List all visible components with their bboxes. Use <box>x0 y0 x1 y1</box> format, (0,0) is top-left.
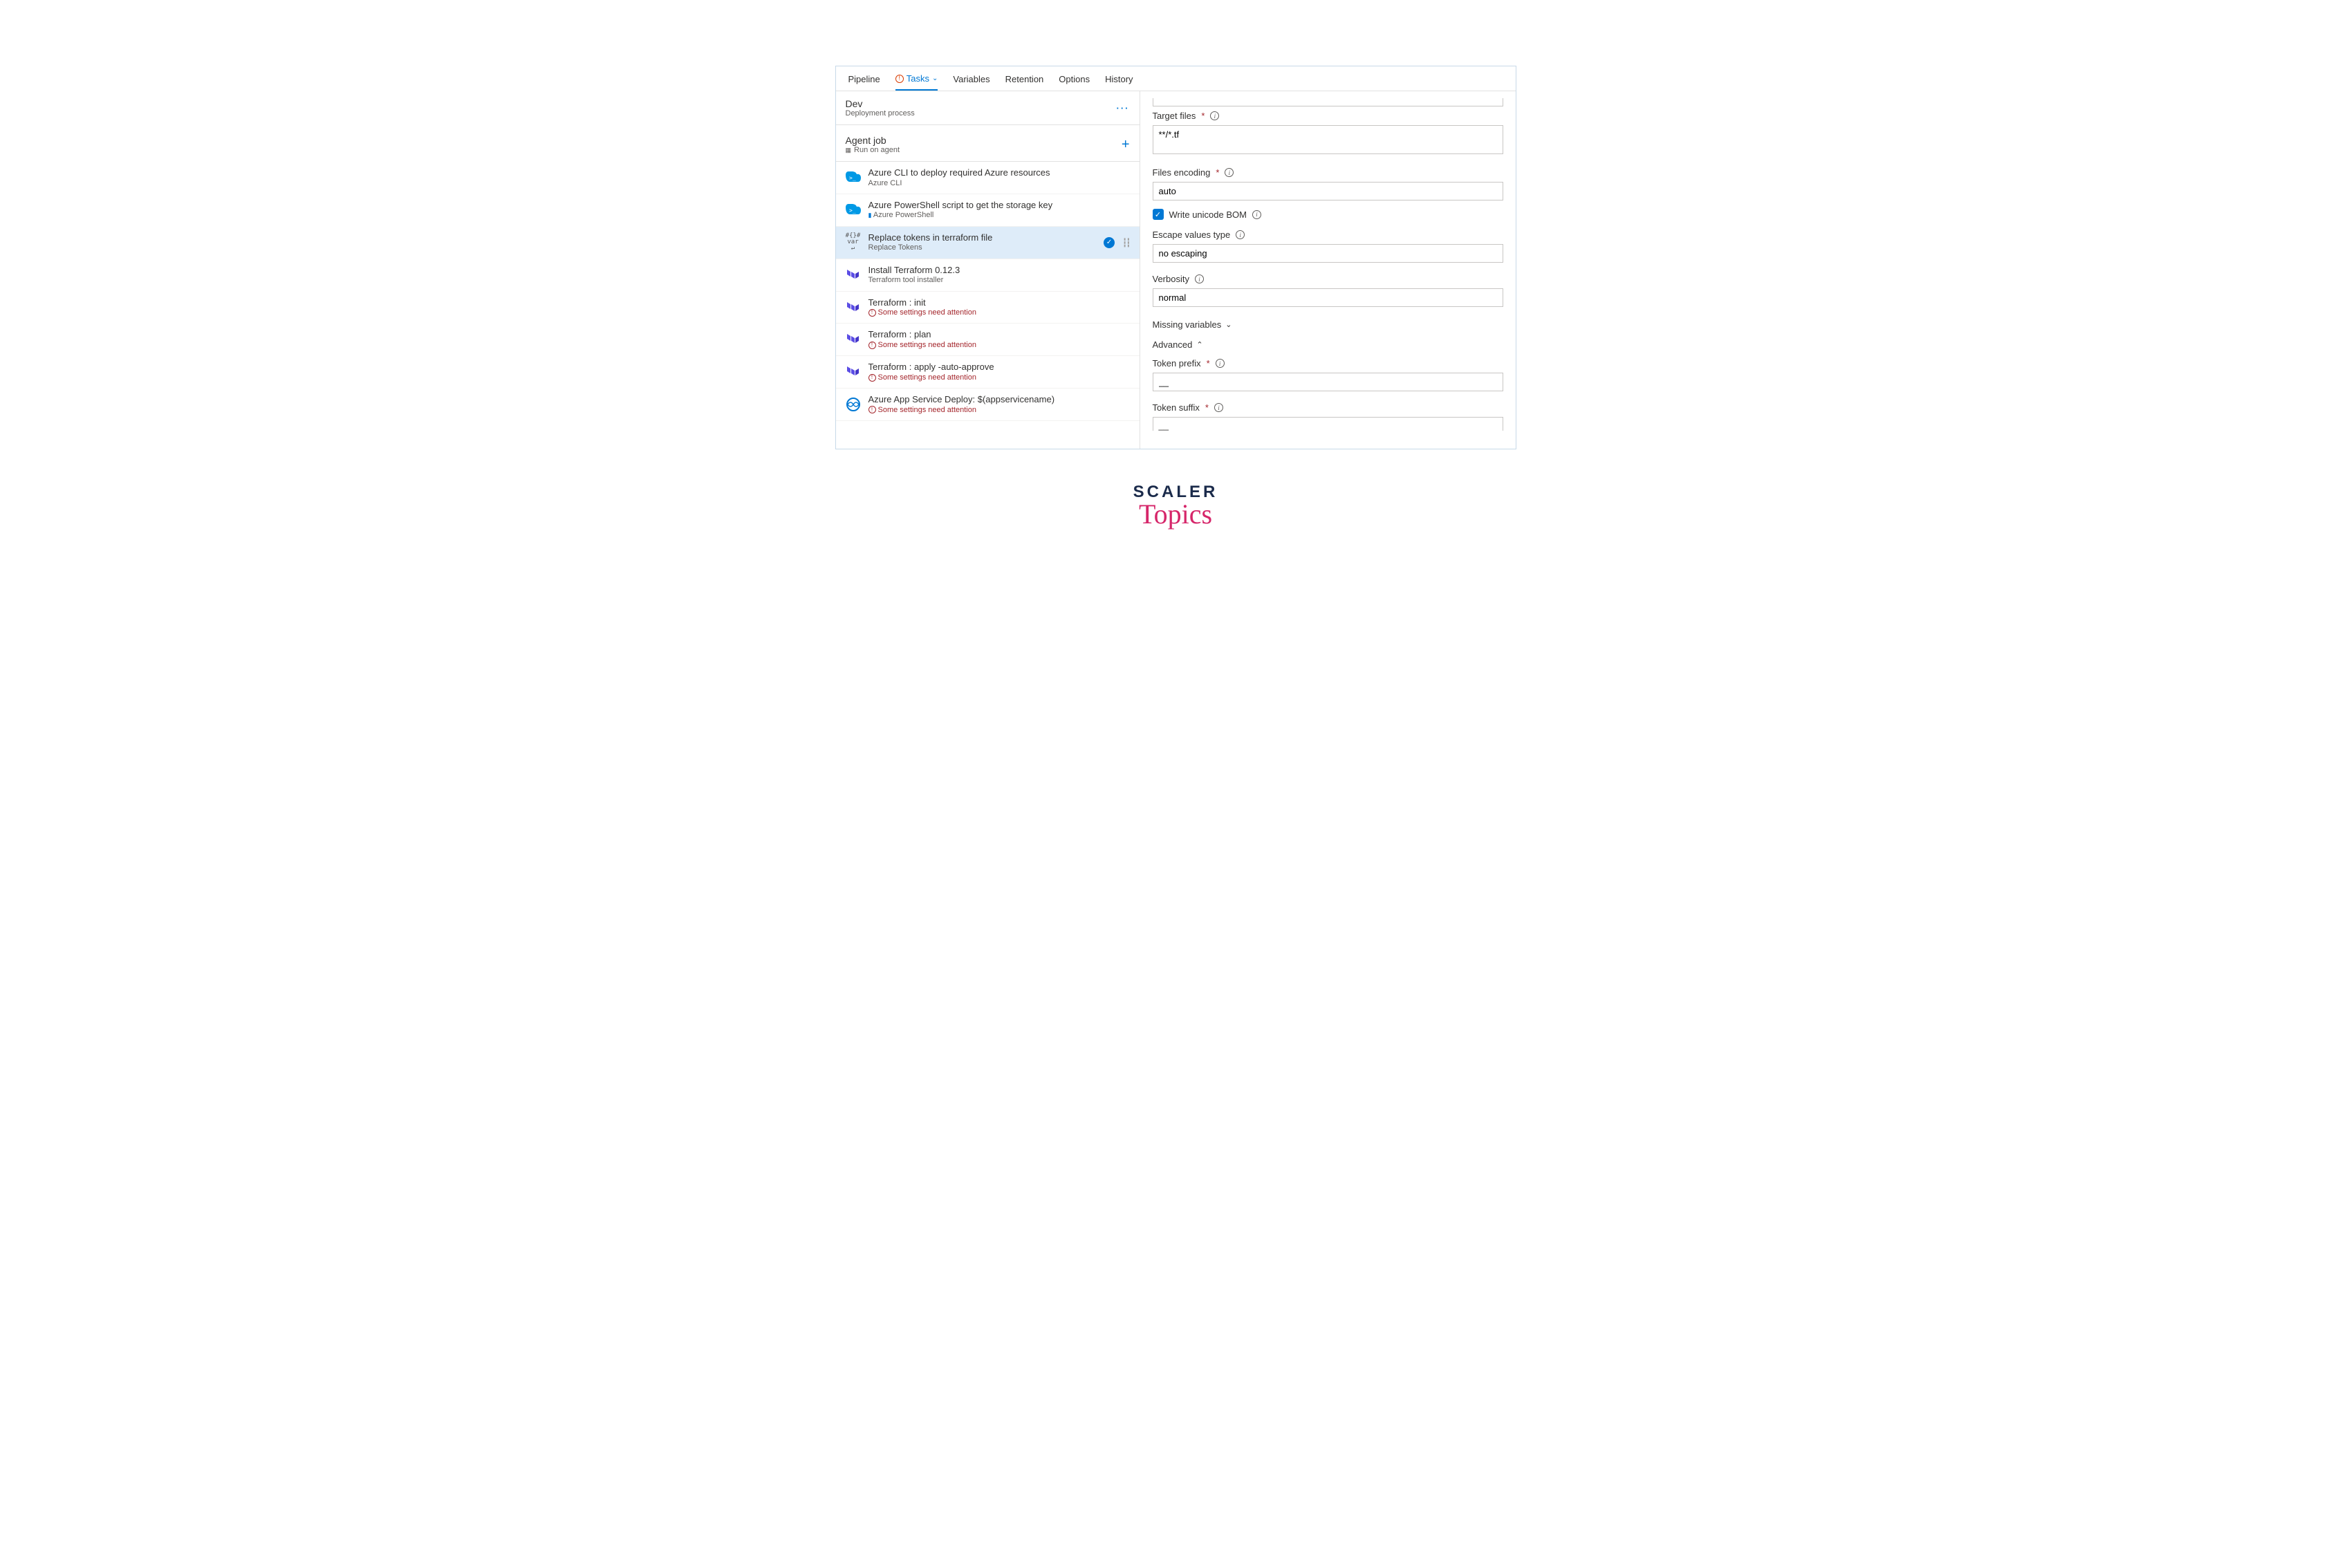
pipeline-editor: Pipeline ! Tasks ⌄ Variables Retention O… <box>835 66 1516 449</box>
task-warning: !Some settings need attention <box>868 340 1130 350</box>
info-icon[interactable]: i <box>1210 111 1219 120</box>
task-azure-powershell[interactable]: >_ Azure PowerShell script to get the st… <box>836 194 1140 227</box>
info-icon[interactable]: i <box>1252 210 1261 219</box>
missing-variables-section[interactable]: Missing variables⌄ <box>1140 314 1516 334</box>
task-terraform-plan[interactable]: Terraform : plan !Some settings need att… <box>836 324 1140 356</box>
task-terraform-apply[interactable]: Terraform : apply -auto-approve !Some se… <box>836 356 1140 389</box>
stage-header[interactable]: Dev Deployment process ··· <box>836 91 1140 125</box>
terraform-icon <box>846 300 861 315</box>
chevron-down-icon: ⌄ <box>1225 320 1232 329</box>
task-subtitle: ▮ Azure PowerShell <box>868 210 1130 220</box>
chevron-down-icon: ⌄ <box>932 75 938 82</box>
stage-name: Dev <box>846 98 915 109</box>
tab-retention[interactable]: Retention <box>1005 71 1044 90</box>
task-settings-pane: Target files* i Files encoding* i ✓ Writ… <box>1140 91 1516 449</box>
terraform-icon <box>846 268 861 283</box>
agent-job-subtitle: ▦ Run on agent <box>846 146 900 154</box>
task-title: Replace tokens in terraform file <box>868 232 1097 243</box>
warning-icon: ! <box>895 75 904 83</box>
task-terraform-init[interactable]: Terraform : init !Some settings need att… <box>836 292 1140 324</box>
task-title: Terraform : plan <box>868 329 1130 340</box>
task-title: Terraform : init <box>868 297 1130 308</box>
svg-text:>_: >_ <box>849 207 856 214</box>
svg-text:>_: >_ <box>849 175 856 181</box>
token-suffix-label: Token suffix* i <box>1153 402 1503 413</box>
add-task-button[interactable]: + <box>1122 137 1130 153</box>
tab-tasks[interactable]: ! Tasks ⌄ <box>895 71 938 91</box>
token-prefix-label: Token prefix* i <box>1153 358 1503 368</box>
stage-more-button[interactable]: ··· <box>1117 103 1130 113</box>
tab-tasks-label: Tasks <box>907 73 929 84</box>
task-enabled-icon[interactable]: ✓ <box>1104 237 1115 248</box>
files-encoding-input[interactable] <box>1153 182 1503 200</box>
cropped-field-top <box>1153 98 1503 106</box>
verbosity-input[interactable] <box>1153 288 1503 307</box>
write-bom-checkbox[interactable]: ✓ <box>1153 209 1164 220</box>
replace-tokens-icon: #{}#var ↵ <box>846 235 861 250</box>
chevron-up-icon: ⌃ <box>1196 340 1202 349</box>
info-icon[interactable]: i <box>1195 274 1204 283</box>
task-subtitle: Terraform tool installer <box>868 275 1130 285</box>
agent-job-header[interactable]: Agent job ▦ Run on agent + <box>836 125 1140 162</box>
tab-variables[interactable]: Variables <box>953 71 989 90</box>
target-files-label: Target files* i <box>1153 111 1503 121</box>
task-title: Azure PowerShell script to get the stora… <box>868 200 1130 211</box>
task-title: Install Terraform 0.12.3 <box>868 265 1130 276</box>
target-files-input[interactable] <box>1153 125 1503 154</box>
task-warning: !Some settings need attention <box>868 373 1130 382</box>
task-title: Azure App Service Deploy: $(appservicena… <box>868 394 1130 405</box>
left-pane: Dev Deployment process ··· Agent job ▦ R… <box>836 91 1140 449</box>
server-icon: ▦ <box>846 147 852 153</box>
task-replace-tokens[interactable]: #{}#var ↵ Replace tokens in terraform fi… <box>836 227 1140 259</box>
content-split: Dev Deployment process ··· Agent job ▦ R… <box>836 91 1516 449</box>
info-icon[interactable]: i <box>1216 359 1225 368</box>
task-title: Azure CLI to deploy required Azure resou… <box>868 167 1130 178</box>
escape-values-input[interactable] <box>1153 244 1503 263</box>
terraform-icon <box>846 332 861 347</box>
powershell-icon: >_ <box>846 203 861 218</box>
advanced-section[interactable]: Advanced⌃ <box>1140 334 1516 354</box>
app-service-icon <box>846 397 861 412</box>
tab-pipeline[interactable]: Pipeline <box>848 71 880 90</box>
task-app-service-deploy[interactable]: Azure App Service Deploy: $(appservicena… <box>836 389 1140 421</box>
scaler-topics-logo: SCALER Topics <box>1133 483 1218 530</box>
task-subtitle: Azure CLI <box>868 178 1130 188</box>
task-azure-cli[interactable]: >_ Azure CLI to deploy required Azure re… <box>836 162 1140 194</box>
task-warning: !Some settings need attention <box>868 308 1130 317</box>
azure-cli-icon: >_ <box>846 170 861 185</box>
token-prefix-input[interactable] <box>1153 373 1503 391</box>
info-icon[interactable]: i <box>1225 168 1234 177</box>
tab-history[interactable]: History <box>1105 71 1133 90</box>
task-warning: !Some settings need attention <box>868 405 1130 415</box>
top-tabs: Pipeline ! Tasks ⌄ Variables Retention O… <box>836 66 1516 91</box>
info-icon[interactable]: i <box>1214 403 1223 412</box>
tab-options[interactable]: Options <box>1059 71 1090 90</box>
token-suffix-input[interactable]: __ <box>1153 417 1503 431</box>
drag-handle-icon[interactable]: ┇┇ <box>1122 241 1129 245</box>
task-list: >_ Azure CLI to deploy required Azure re… <box>836 162 1140 449</box>
files-encoding-label: Files encoding* i <box>1153 167 1503 178</box>
terraform-icon <box>846 364 861 380</box>
escape-values-label: Escape values type i <box>1153 230 1503 240</box>
write-bom-label: Write unicode BOM <box>1169 209 1247 220</box>
agent-job-title: Agent job <box>846 135 900 146</box>
logo-line2: Topics <box>1133 498 1218 530</box>
verbosity-label: Verbosity i <box>1153 274 1503 284</box>
task-subtitle: Replace Tokens <box>868 243 1097 252</box>
task-install-terraform[interactable]: Install Terraform 0.12.3 Terraform tool … <box>836 259 1140 292</box>
stage-subtitle: Deployment process <box>846 109 915 118</box>
task-title: Terraform : apply -auto-approve <box>868 362 1130 373</box>
info-icon[interactable]: i <box>1236 230 1245 239</box>
